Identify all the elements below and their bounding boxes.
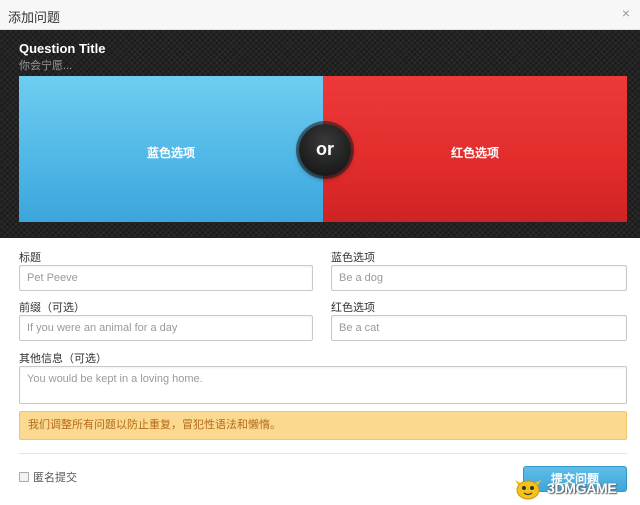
close-icon[interactable]: × [618,5,634,21]
red-option-card[interactable]: 红色选项 [323,76,627,222]
divider [19,453,627,454]
extra-info-textarea[interactable] [19,366,627,404]
watermark-text: 3DMGAME [547,480,617,496]
question-preview: Question Title 你会宁愿... 蓝色选项 红色选项 or [0,30,640,238]
title-label: 标题 [19,252,41,264]
prefix-label: 前缀（可选） [19,302,85,314]
mascot-icon [513,476,543,500]
question-form: 标题 蓝色选项 前缀（可选） 红色选项 其他信息（可选） 我们调整所有问题以防止… [0,238,640,505]
moderation-notice: 我们调整所有问题以防止重复，冒犯性语法和懒惰。 [19,411,627,440]
blue-option-label: 蓝色选项 [146,146,195,160]
red-option-input[interactable] [331,315,627,341]
dialog-title: 添加问题 [8,10,61,25]
red-option-field-label: 红色选项 [331,302,375,314]
red-option-label: 红色选项 [450,146,499,160]
or-badge: or [299,124,351,176]
anonymous-toggle[interactable]: 匿名提交 [19,470,77,484]
blue-option-field-label: 蓝色选项 [331,252,375,264]
preview-subtitle: 你会宁愿... [19,60,73,72]
anonymous-checkbox[interactable] [19,472,29,482]
anonymous-label: 匿名提交 [33,472,77,484]
blue-option-card[interactable]: 蓝色选项 [19,76,323,222]
watermark: 3DMGAME [513,474,635,502]
preview-title: Question Title [19,41,106,56]
dialog-header: 添加问题 × [0,0,640,30]
title-input[interactable] [19,265,313,291]
prefix-input[interactable] [19,315,313,341]
extra-info-label: 其他信息（可选） [19,353,107,365]
blue-option-input[interactable] [331,265,627,291]
